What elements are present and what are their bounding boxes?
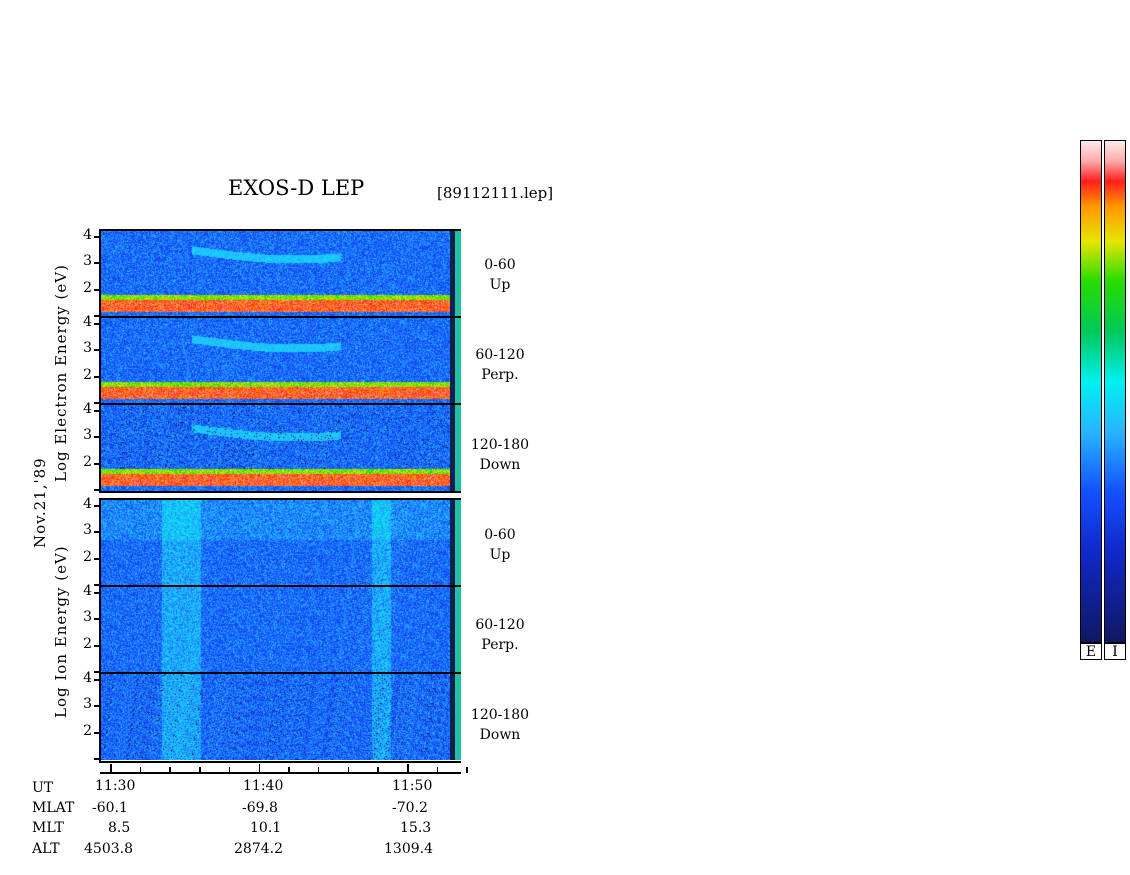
spectrogram-canvas <box>101 405 450 491</box>
colorbar-label-e: E <box>1080 642 1102 660</box>
mlat-value: -70.2 <box>392 800 428 816</box>
x-tick <box>110 764 112 773</box>
xtick-label: 11:50 <box>392 778 433 794</box>
panel-edge-strip <box>455 405 461 491</box>
x-tick <box>258 764 260 773</box>
x-tick <box>228 767 231 773</box>
ion-panel-2-label: 60-120 Perp. <box>475 617 525 653</box>
panel-border <box>99 229 101 493</box>
y-tick-label: 3 <box>83 522 92 538</box>
electron-axis-label: Log Electron Energy (eV) <box>52 264 70 482</box>
row-label-alt: ALT <box>32 841 60 857</box>
ion-spectrogram-panel <box>101 587 461 673</box>
x-tick <box>139 767 142 773</box>
ion-spectrogram-panel <box>101 674 461 760</box>
panel-edge-strip <box>455 674 461 760</box>
y-tick-label: 4 <box>83 583 92 599</box>
y-tick-label: 3 <box>83 427 92 443</box>
panel-edge-strip <box>455 587 461 673</box>
electron-panel-3-label: 120-180 Down <box>470 437 530 473</box>
electron-spectrogram-panel <box>101 405 461 491</box>
spectrogram-canvas <box>101 231 450 317</box>
mlt-value: 15.3 <box>400 820 432 836</box>
x-tick <box>288 767 290 773</box>
colorbar-label-i: I <box>1104 642 1126 660</box>
electron-spectrogram-panel <box>101 318 461 404</box>
xtick-label: 11:40 <box>243 778 284 794</box>
y-tick-label: 3 <box>83 696 92 712</box>
file-label: [89112111.lep] <box>437 184 554 202</box>
panel-border <box>100 229 461 231</box>
y-tick-label: 3 <box>83 253 92 269</box>
y-tick-label: 4 <box>83 401 92 417</box>
ion-panel-1-label: 0-60 Up <box>484 527 516 563</box>
y-tick-label: 3 <box>83 609 92 625</box>
mlat-value: -60.1 <box>92 800 128 816</box>
y-tick-label: 2 <box>83 367 92 383</box>
y-tick-label: 2 <box>83 454 92 470</box>
date-label: Nov.21,'89 <box>31 457 49 548</box>
spectrogram-canvas <box>101 500 450 586</box>
spectrogram-canvas <box>101 587 450 673</box>
ion-axis-label: Log Ion Energy (eV) <box>52 545 70 718</box>
y-tick-label: 2 <box>83 549 92 565</box>
panel-edge-strip <box>455 318 461 404</box>
panel-edge-strip <box>455 500 461 586</box>
panel-border <box>100 585 461 587</box>
xtick-label: 11:30 <box>95 778 136 794</box>
x-tick <box>436 767 439 773</box>
y-tick-label: 3 <box>83 340 92 356</box>
ion-spectrogram-panel <box>101 500 461 586</box>
mlt-value: 10.1 <box>250 820 282 836</box>
panel-border <box>100 498 461 500</box>
row-label-ut: UT <box>32 780 54 796</box>
electron-panel-1-label: 0-60 Up <box>484 257 516 293</box>
row-label-mlt: MLT <box>32 820 64 836</box>
alt-value: 2874.2 <box>234 841 283 857</box>
electron-spectrogram-panel <box>101 231 461 317</box>
x-tick <box>169 767 171 773</box>
panel-border <box>100 316 461 318</box>
spectrogram-canvas <box>101 674 450 760</box>
y-tick-label: 4 <box>83 314 92 330</box>
electron-panel-2-label: 60-120 Perp. <box>475 347 525 383</box>
x-tick <box>199 767 201 773</box>
x-tick <box>407 764 409 773</box>
alt-value: 4503.8 <box>84 841 133 857</box>
panel-border <box>99 498 101 763</box>
alt-value: 1309.4 <box>384 841 433 857</box>
panel-border <box>100 761 461 763</box>
panel-edge-strip <box>455 231 461 317</box>
panel-border <box>100 491 461 493</box>
x-tick <box>347 767 350 773</box>
mlat-value: -69.8 <box>242 800 278 816</box>
spectrogram-canvas <box>101 318 450 404</box>
y-tick-label: 4 <box>83 227 92 243</box>
y-tick-label: 4 <box>83 496 92 512</box>
y-tick-label: 4 <box>83 670 92 686</box>
chart-title: EXOS-D LEP <box>228 176 365 200</box>
panel-border <box>100 672 461 674</box>
y-tick-label: 2 <box>83 723 92 739</box>
x-tick <box>377 767 379 773</box>
y-tick-label: 2 <box>83 280 92 296</box>
ion-panel-3-label: 120-180 Down <box>470 707 530 743</box>
ion-colorbar <box>1104 140 1126 644</box>
y-tick-label: 2 <box>83 636 92 652</box>
x-tick <box>466 767 468 773</box>
x-tick <box>317 767 320 773</box>
mlt-value: 8.5 <box>108 820 131 836</box>
electron-colorbar <box>1080 140 1102 644</box>
panel-border <box>100 403 461 405</box>
row-label-mlat: MLAT <box>32 800 75 816</box>
